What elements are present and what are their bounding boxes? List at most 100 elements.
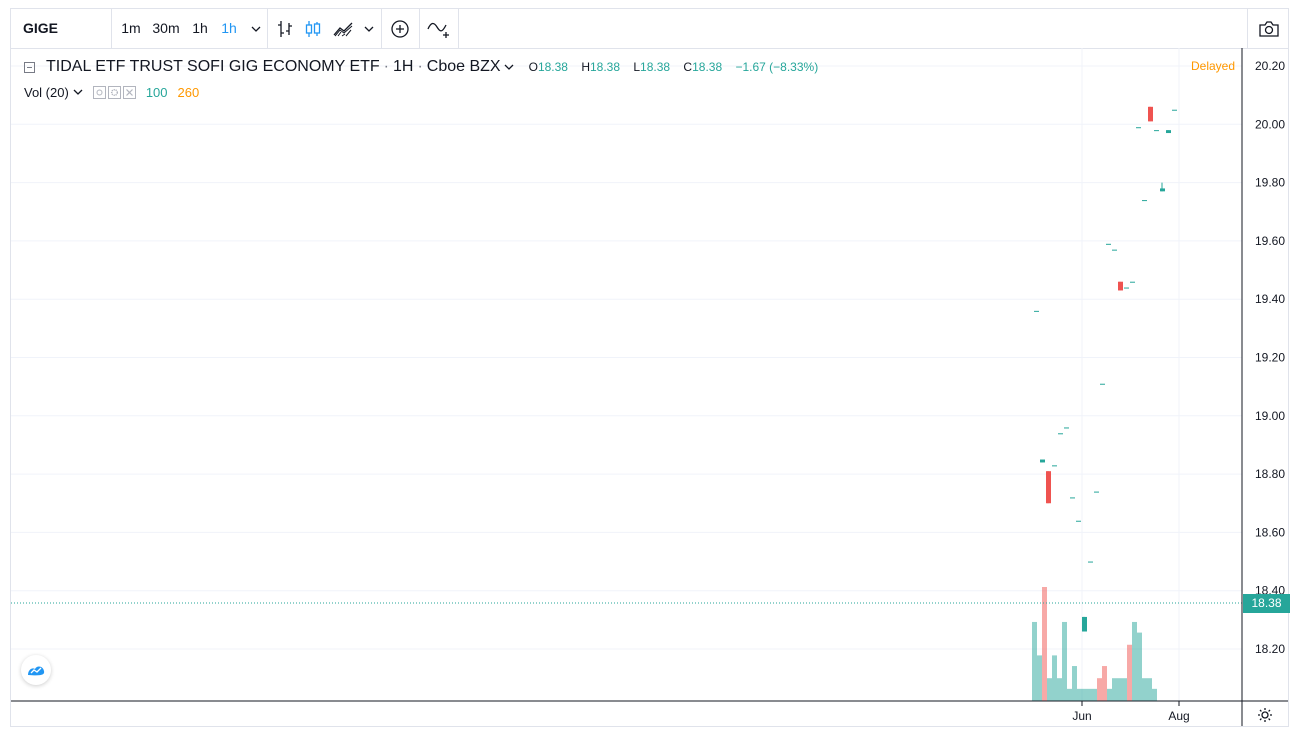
y-tick-label: 19.00 (1255, 409, 1285, 423)
chevron-down-icon (251, 26, 261, 32)
candle-body (1142, 200, 1147, 202)
volume-bar (1082, 688, 1087, 701)
x-tick-label: Aug (1168, 709, 1189, 723)
y-tick-label: 20.00 (1255, 117, 1285, 131)
volume-bar (1087, 688, 1092, 701)
volume-bar (1057, 678, 1062, 701)
low-value: 18.38 (640, 60, 671, 74)
volume-bar (1062, 621, 1067, 701)
candle-body (1088, 561, 1093, 563)
open-label: O (528, 60, 538, 74)
change-value: −1.67 (−8.33%) (735, 60, 819, 74)
volume-bar (1132, 621, 1137, 701)
candle-body (1112, 249, 1117, 251)
chevron-down-icon[interactable] (73, 88, 83, 96)
candles-icon (305, 20, 321, 37)
area-style-button[interactable] (329, 9, 357, 48)
delayed-status[interactable]: Delayed (1191, 59, 1235, 73)
y-tick-label: 18.20 (1255, 642, 1285, 656)
chart-settings-button[interactable] (1255, 705, 1275, 725)
y-tick-label: 19.40 (1255, 292, 1285, 306)
open-value: 18.38 (537, 60, 568, 74)
bars-icon (278, 20, 292, 37)
collapse-legend-button[interactable] (24, 61, 35, 73)
volume-ma-value: 260 (177, 84, 200, 100)
bars-style-button[interactable] (273, 9, 297, 48)
toolbar-divider (381, 9, 382, 48)
volume-bar (1092, 688, 1097, 701)
toolbar-divider (419, 9, 420, 48)
volume-bar (1077, 688, 1082, 701)
volume-bar (1107, 688, 1112, 701)
volume-bar (1067, 688, 1072, 701)
candle-body (1106, 243, 1111, 245)
y-tick-label: 19.60 (1255, 234, 1285, 248)
volume-bar (1097, 678, 1102, 701)
chart-widget: GIGE 1m 30m 1h 1h 20.20 20.00 19.80 19.6… (10, 8, 1290, 727)
settings-toggle[interactable] (107, 85, 121, 99)
volume-bar (1137, 632, 1142, 701)
snapshot-button[interactable] (1249, 9, 1288, 48)
interval-1h-selected[interactable]: 1h (215, 9, 243, 48)
candle-body (1136, 127, 1141, 129)
candle-body (1160, 188, 1165, 192)
y-tick-label: 18.80 (1255, 467, 1285, 481)
chevron-down-icon[interactable] (504, 63, 514, 71)
candle-body (1100, 383, 1105, 385)
gear-icon (1258, 708, 1272, 722)
chart-canvas[interactable]: 20.20 20.00 19.80 19.60 19.40 19.20 19.00 18.80… (11, 48, 1288, 726)
interval-30m[interactable]: 30m (149, 9, 183, 48)
plus-circle-icon (391, 19, 409, 38)
symbol-search[interactable]: GIGE (11, 9, 112, 48)
close-value: 18.38 (692, 60, 723, 74)
area-icon (333, 22, 353, 36)
high-label: H (581, 60, 590, 74)
candles-style-button[interactable] (301, 9, 325, 48)
volume-bar (1127, 644, 1132, 701)
y-tick-label: 20.20 (1255, 59, 1285, 73)
eye-icon (96, 89, 103, 95)
volume-bar (1032, 621, 1037, 701)
interval-1m[interactable]: 1m (115, 9, 147, 48)
legend-separator: · (383, 58, 389, 75)
volume-bar (1152, 688, 1157, 701)
ohlc-values: O18.38 H18.38 L18.38 C18.38 −1.67 (−8.33… (519, 60, 819, 74)
candle-body (1154, 130, 1159, 132)
candle-body (1046, 471, 1051, 504)
camera-icon (1258, 20, 1279, 37)
visibility-toggle[interactable] (92, 85, 106, 99)
candle-body (1040, 459, 1045, 463)
candle-body (1034, 310, 1039, 312)
legend-interval: 1H (393, 58, 414, 75)
tradingview-logo-button[interactable] (21, 655, 51, 685)
volume-bar (1142, 678, 1147, 701)
indicators-button[interactable] (421, 9, 457, 48)
candle-body (1064, 427, 1069, 429)
interval-1h[interactable]: 1h (187, 9, 213, 48)
y-tick-label: 18.60 (1255, 525, 1285, 539)
volume-bar (1102, 666, 1107, 701)
candle-body (1058, 433, 1063, 435)
candle-body (1052, 465, 1057, 467)
symbol-title[interactable]: TIDAL ETF TRUST SOFI GIG ECONOMY ETF (46, 58, 380, 76)
candle-body (1130, 281, 1135, 283)
toolbar-divider (458, 9, 459, 48)
compare-button[interactable] (383, 9, 417, 48)
chevron-down-icon (364, 26, 374, 32)
last-price-label: 18.38 (1243, 594, 1290, 613)
close-label: C (683, 60, 693, 74)
y-tick-label: 19.80 (1255, 176, 1285, 190)
minus-icon (27, 66, 32, 68)
chart-style-dropdown[interactable] (359, 9, 379, 48)
volume-bar (1037, 655, 1042, 701)
volume-bar (1042, 587, 1047, 701)
remove-indicator[interactable] (122, 85, 136, 99)
close-icon (125, 88, 133, 96)
interval-dropdown[interactable] (245, 9, 267, 48)
volume-label[interactable]: Vol (20) (24, 85, 69, 100)
candle-body (1148, 106, 1153, 122)
volume-bar (1052, 655, 1057, 701)
volume-legend: Vol (20) 100 260 (24, 83, 199, 101)
top-toolbar: GIGE 1m 30m 1h 1h (11, 9, 1288, 49)
volume-bar (1122, 678, 1127, 701)
